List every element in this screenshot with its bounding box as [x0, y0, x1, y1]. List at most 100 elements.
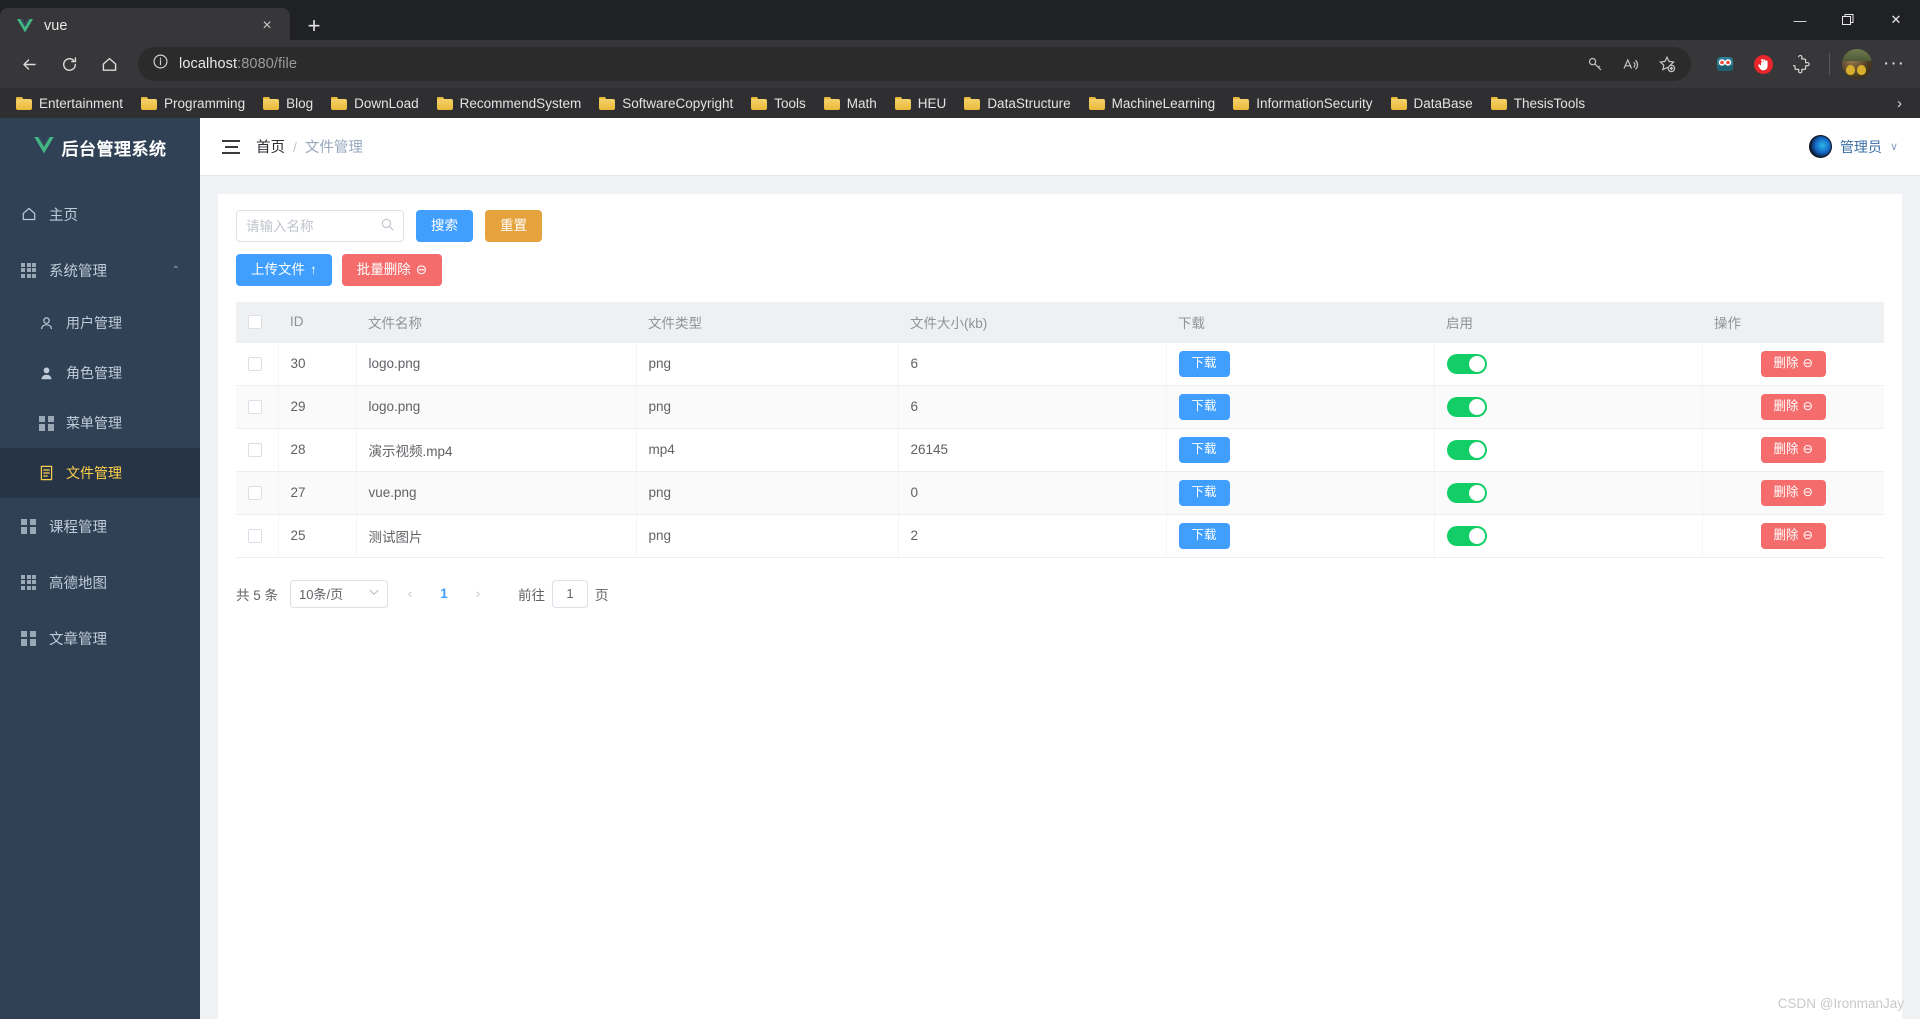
info-icon[interactable] [152, 53, 169, 75]
sidebar-item-home[interactable]: 主页 [0, 186, 200, 242]
grid9-icon [20, 262, 37, 279]
address-bar[interactable]: localhost:8080/file [138, 47, 1691, 81]
delete-button[interactable]: 删除 ⊖ [1760, 479, 1826, 506]
folder-icon [1390, 96, 1407, 110]
cell-filetype: mp4 [636, 428, 899, 472]
bookmark-item[interactable]: RecommendSystem [429, 93, 590, 114]
download-button[interactable]: 下载 [1178, 479, 1230, 506]
bookmark-item[interactable]: SoftwareCopyright [591, 93, 741, 114]
bookmark-item[interactable]: MachineLearning [1081, 93, 1224, 114]
cell-filesize: 6 [898, 342, 1167, 386]
bookmark-label: MachineLearning [1111, 95, 1216, 111]
delete-button[interactable]: 删除 ⊖ [1760, 522, 1826, 549]
search-input-wrapper[interactable] [236, 210, 404, 242]
batch-delete-button[interactable]: 批量删除 ⊖ [341, 254, 443, 286]
enable-toggle[interactable] [1446, 525, 1487, 546]
delete-button[interactable]: 删除 ⊖ [1760, 436, 1826, 463]
enable-toggle[interactable] [1446, 396, 1487, 417]
folder-icon [1233, 96, 1250, 110]
bookmark-item[interactable]: InformationSecurity [1225, 93, 1380, 114]
page-number-1[interactable]: 1 [432, 586, 456, 601]
more-settings-icon[interactable]: ··· [1878, 48, 1910, 80]
sidebar-item-amap[interactable]: 高德地图 [0, 554, 200, 610]
bookmark-item[interactable]: Tools [743, 93, 814, 114]
delete-button[interactable]: 删除 ⊖ [1760, 393, 1826, 420]
delete-button[interactable]: 删除 ⊖ [1760, 350, 1826, 377]
new-tab-button[interactable]: + [296, 8, 332, 44]
back-icon[interactable] [10, 47, 48, 81]
sidebar-item-article-management[interactable]: 文章管理 [0, 610, 200, 666]
collections-robot-icon[interactable] [1709, 48, 1741, 80]
browser-tab-vue[interactable]: vue × [0, 8, 290, 44]
cell-download: 下载 [1166, 471, 1435, 515]
extension-puzzle-icon[interactable] [1785, 48, 1817, 80]
sidebar-item-user-management[interactable]: 用户管理 [0, 298, 200, 348]
minimize-icon[interactable]: — [1776, 0, 1824, 40]
row-checkbox[interactable] [248, 486, 262, 501]
bookmarks-overflow-icon[interactable]: › [1887, 95, 1912, 112]
sidebar-item-course-management[interactable]: 课程管理 [0, 498, 200, 554]
url-text: localhost:8080/file [179, 56, 1569, 72]
bookmark-item[interactable]: Entertainment [8, 93, 131, 114]
close-icon[interactable]: × [254, 13, 280, 39]
page-jump-input[interactable]: 1 [552, 579, 589, 608]
sidebar-item-label: 用户管理 [66, 315, 122, 331]
row-checkbox[interactable] [248, 529, 262, 544]
read-aloud-icon[interactable] [1615, 48, 1647, 80]
reload-icon[interactable] [50, 47, 88, 81]
profile-avatar[interactable] [1842, 49, 1872, 79]
row-checkbox[interactable] [248, 357, 262, 372]
pagination: 共 5 条 10条/页 ‹ 1 › 前往 1 页 [236, 579, 1884, 608]
enable-toggle[interactable] [1446, 439, 1487, 460]
bookmark-item[interactable]: Blog [255, 93, 321, 114]
reset-button[interactable]: 重置 [485, 210, 542, 242]
search-input[interactable] [246, 218, 375, 234]
prev-page-button[interactable]: ‹ [398, 581, 422, 607]
sidebar-item-menu-management[interactable]: 菜单管理 [0, 398, 200, 448]
row-checkbox[interactable] [248, 443, 262, 458]
sidebar-item-role-management[interactable]: 角色管理 [0, 348, 200, 398]
download-button[interactable]: 下载 [1178, 393, 1230, 420]
enable-toggle[interactable] [1446, 353, 1487, 374]
bookmark-item[interactable]: DownLoad [323, 93, 427, 114]
bookmark-item[interactable]: Programming [133, 93, 253, 114]
maximize-icon[interactable] [1824, 0, 1872, 40]
next-page-button[interactable]: › [466, 581, 490, 607]
row-checkbox[interactable] [248, 400, 262, 415]
search-button[interactable]: 搜索 [416, 210, 473, 242]
cell-enabled [1434, 514, 1703, 558]
column-header-id: ID [278, 302, 356, 343]
folder-icon [894, 96, 911, 110]
upload-file-button[interactable]: 上传文件 ↑ [236, 254, 332, 286]
add-favorite-icon[interactable] [1651, 48, 1683, 80]
table-header-row: ID 文件名称 文件类型 文件大小(kb) 下载 启用 操作 [236, 302, 1884, 343]
app-logo[interactable]: 后台管理系统 [0, 118, 200, 176]
bookmark-item[interactable]: DataStructure [956, 93, 1078, 114]
page-size-select[interactable]: 10条/页 [290, 579, 389, 608]
bookmark-label: DataStructure [987, 95, 1071, 111]
enable-toggle[interactable] [1446, 482, 1487, 503]
home-icon[interactable] [90, 47, 128, 81]
bookmark-label: Entertainment [39, 95, 124, 111]
key-icon[interactable] [1579, 48, 1611, 80]
bookmark-item[interactable]: DataBase [1383, 93, 1481, 114]
download-button[interactable]: 下载 [1178, 522, 1230, 549]
sidebar-item-system-management[interactable]: 系统管理 ⌃ [0, 242, 200, 298]
select-all-header [236, 302, 278, 343]
bookmark-item[interactable]: HEU [887, 93, 955, 114]
hamburger-icon[interactable] [222, 139, 240, 154]
home-icon [20, 206, 37, 223]
download-button[interactable]: 下载 [1178, 350, 1230, 377]
user-menu[interactable]: 管理员 ∨ [1808, 135, 1898, 158]
sidebar-item-file-management[interactable]: 文件管理 [0, 448, 200, 498]
bookmark-item[interactable]: ThesisTools [1483, 93, 1593, 114]
close-window-icon[interactable]: ✕ [1872, 0, 1920, 40]
select-all-checkbox[interactable] [248, 315, 262, 330]
breadcrumb-home[interactable]: 首页 [256, 136, 285, 157]
action-row: 上传文件 ↑ 批量删除 ⊖ [236, 254, 1884, 286]
cell-filename: 测试图片 [356, 514, 637, 558]
download-button[interactable]: 下载 [1178, 436, 1230, 463]
bookmark-item[interactable]: Math [816, 93, 885, 114]
adblock-icon[interactable] [1747, 48, 1779, 80]
cell-operation: 删除 ⊖ [1702, 471, 1884, 515]
